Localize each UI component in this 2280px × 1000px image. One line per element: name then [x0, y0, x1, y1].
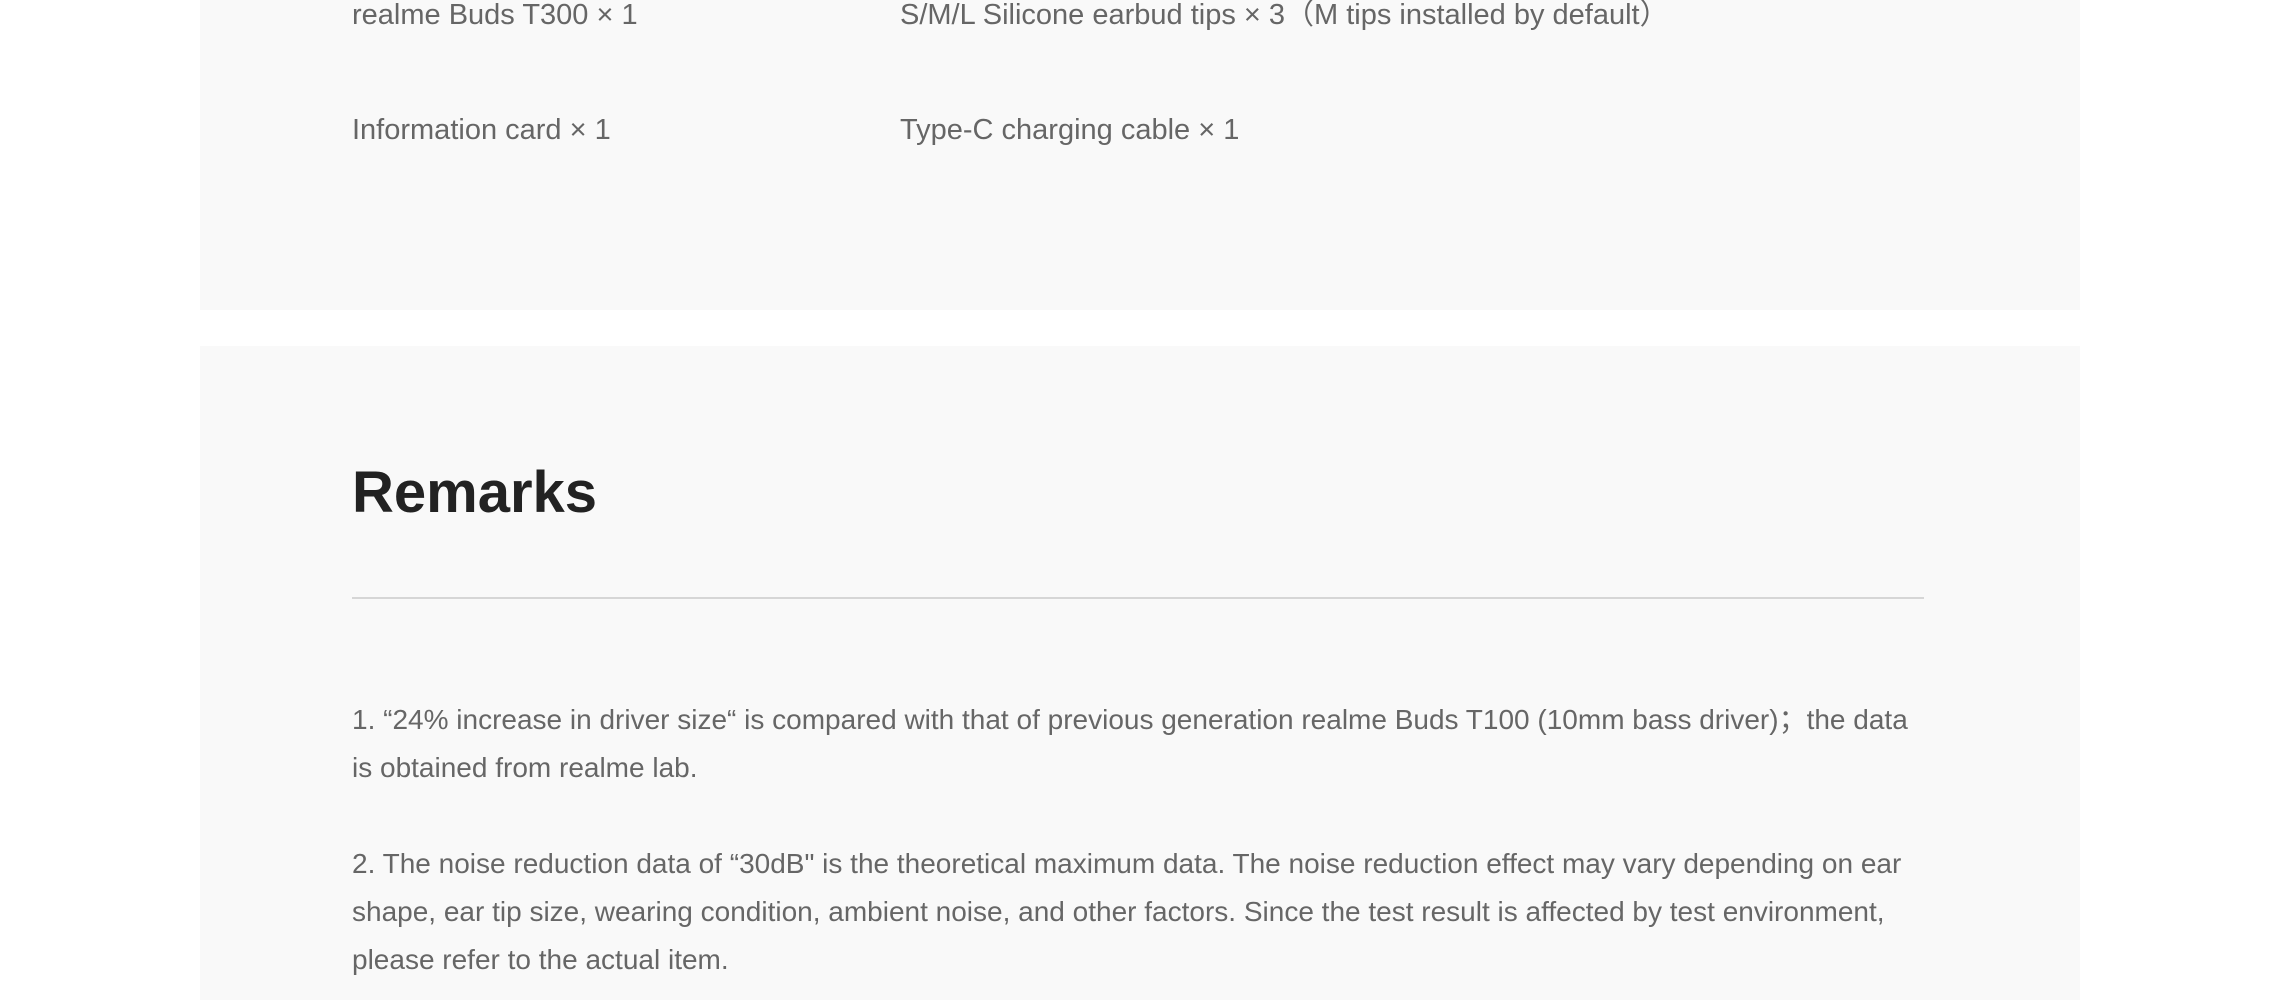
remarks-list: 1. “24% increase in driver size“ is comp… — [352, 696, 1924, 1000]
remarks-title: Remarks — [352, 460, 598, 525]
package-item: Type-C charging cable × 1 — [900, 114, 1240, 146]
package-contents-section: realme Buds T300 × 1 S/M/L Silicone earb… — [200, 0, 2080, 310]
section-divider — [352, 597, 1924, 599]
remark-item: 1. “24% increase in driver size“ is comp… — [352, 704, 1908, 783]
package-item: S/M/L Silicone earbud tips × 3（M tips in… — [900, 0, 1669, 31]
remark-item: 2. The noise reduction data of “30dB" is… — [352, 848, 1902, 975]
package-item: Information card × 1 — [352, 114, 611, 146]
package-item: realme Buds T300 × 1 — [352, 0, 638, 31]
page: realme Buds T300 × 1 S/M/L Silicone earb… — [0, 0, 2280, 1000]
remarks-section: Remarks 1. “24% increase in driver size“… — [200, 346, 2080, 1000]
